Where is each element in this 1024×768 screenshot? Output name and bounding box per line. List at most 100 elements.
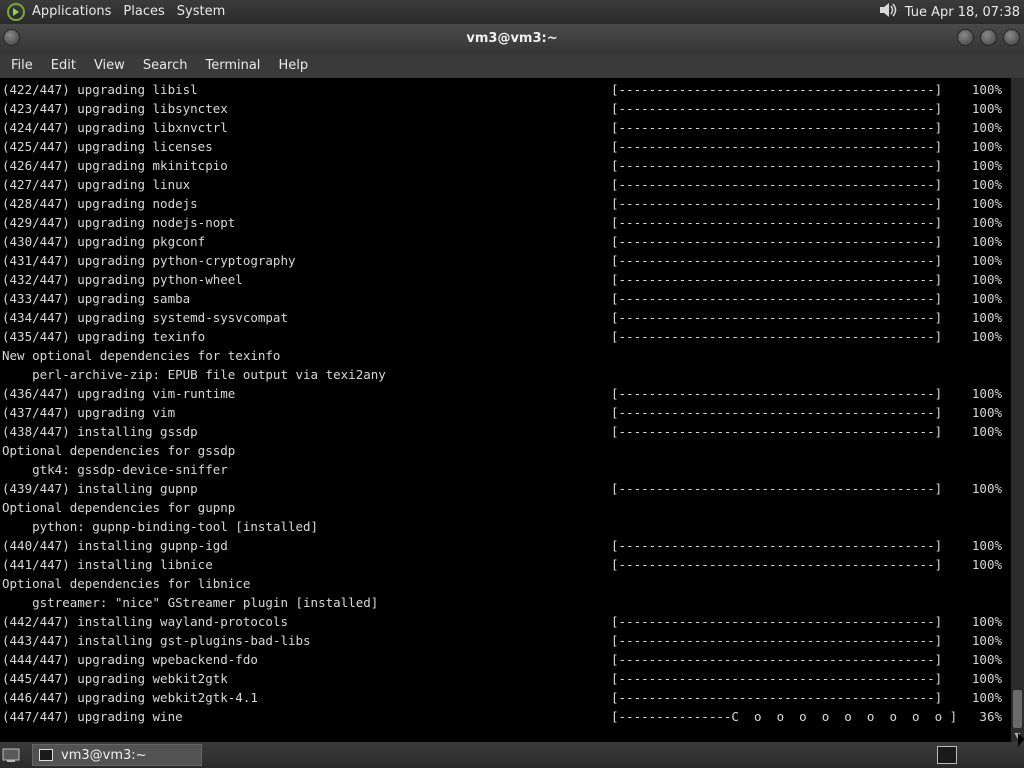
terminal-line: (445/447) upgrading webkit2gtk [2, 671, 228, 686]
terminal-line: Optional dependencies for gssdp [2, 443, 236, 458]
terminal-line: (430/447) upgrading pkgconf [2, 234, 206, 249]
progress-percent: 100% [971, 310, 1002, 325]
terminal-line: (437/447) upgrading vim [2, 405, 176, 420]
terminal-line: gstreamer: "nice" GStreamer plugin [inst… [2, 595, 379, 610]
progress-bar-text: [---------------------------------------… [611, 633, 943, 648]
show-desktop-icon[interactable] [2, 746, 20, 764]
terminal-line: (433/447) upgrading samba [2, 291, 191, 306]
progress-percent: 100% [971, 82, 1002, 97]
progress-percent: 100% [971, 405, 1002, 420]
maximize-button[interactable] [980, 29, 997, 46]
progress-bar-text: [---------------------------------------… [611, 538, 943, 553]
terminal-scrollbar[interactable]: ▼ [1011, 78, 1024, 742]
progress-percent: 100% [971, 614, 1002, 629]
terminal-line: (444/447) upgrading wpebackend-fdo [2, 652, 258, 667]
progress-bar-text: [---------------------------------------… [611, 652, 943, 667]
progress-percent: 100% [971, 177, 1002, 192]
terminal-line: Optional dependencies for libnice [2, 576, 251, 591]
places-menu[interactable]: Places [117, 0, 170, 24]
progress-percent: 100% [971, 253, 1002, 268]
terminal-line: (427/447) upgrading linux [2, 177, 191, 192]
progress-percent: 36% [979, 709, 1002, 724]
terminal-line: python: gupnp-binding-tool [installed] [2, 519, 319, 534]
terminal-output[interactable]: (422/447) upgrading libisl [-------------… [0, 78, 1011, 742]
terminal-line: (428/447) upgrading nodejs [2, 196, 198, 211]
progress-bar-text: [---------------------------------------… [611, 481, 943, 496]
progress-bar-text: [---------------------------------------… [611, 177, 943, 192]
progress-percent: 100% [971, 424, 1002, 439]
progress-bar-text: [---------------------------------------… [611, 196, 943, 211]
menu-help[interactable]: Help [269, 54, 317, 78]
progress-bar-text: [---------------------------------------… [611, 329, 943, 344]
progress-bar-text: [---------------------------------------… [611, 557, 943, 572]
terminal-line: (436/447) upgrading vim-runtime [2, 386, 236, 401]
progress-percent: 100% [971, 272, 1002, 287]
top-panel: Applications Places System Tue Apr 18, 0… [0, 0, 1024, 24]
applications-menu[interactable]: Applications [26, 0, 117, 24]
terminal-line: (429/447) upgrading nodejs-nopt [2, 215, 236, 230]
terminal-line: (425/447) upgrading licenses [2, 139, 213, 154]
progress-percent: 100% [971, 481, 1002, 496]
terminal-line: gtk4: gssdp-device-sniffer [2, 462, 228, 477]
volume-icon[interactable] [877, 0, 899, 24]
window-titlebar[interactable]: vm3@vm3:~ [0, 24, 1024, 54]
terminal-line: (446/447) upgrading webkit2gtk-4.1 [2, 690, 258, 705]
progress-bar-text: [---------------------------------------… [611, 253, 943, 268]
terminal-icon [39, 749, 53, 761]
workspace-switcher-icon[interactable] [937, 746, 957, 764]
progress-bar-text: [---------------------------------------… [611, 82, 943, 97]
taskbar-terminal-button[interactable]: vm3@vm3:~ [32, 744, 202, 766]
terminal-menubar: File Edit View Search Terminal Help [0, 54, 1024, 78]
close-button[interactable] [1003, 29, 1020, 46]
progress-bar-text: [---------------------------------------… [611, 272, 943, 287]
terminal-line: (438/447) installing gssdp [2, 424, 198, 439]
terminal-line: (424/447) upgrading libxnvctrl [2, 120, 228, 135]
progress-bar-text: [---------------------------------------… [611, 101, 943, 116]
menu-view[interactable]: View [85, 54, 134, 78]
menu-search[interactable]: Search [134, 54, 197, 78]
progress-percent: 100% [971, 538, 1002, 553]
bottom-panel: vm3@vm3:~ [0, 742, 1024, 768]
progress-percent: 100% [971, 291, 1002, 306]
terminal-line: (423/447) upgrading libsynctex [2, 101, 228, 116]
menu-edit[interactable]: Edit [42, 54, 85, 78]
terminal-line: (435/447) upgrading texinfo [2, 329, 206, 344]
progress-percent: 100% [971, 120, 1002, 135]
panel-clock[interactable]: Tue Apr 18, 07:38 [905, 5, 1020, 20]
system-menu[interactable]: System [171, 0, 231, 24]
terminal-line: (426/447) upgrading mkinitcpio [2, 158, 228, 173]
minimize-button[interactable] [957, 29, 974, 46]
progress-bar-text: [---------------------------------------… [611, 120, 943, 135]
menu-file[interactable]: File [2, 54, 42, 78]
progress-bar-text: [---------------------------------------… [611, 158, 943, 173]
progress-bar-text: [---------------------------------------… [611, 234, 943, 249]
scrollbar-thumb[interactable] [1013, 690, 1022, 728]
progress-percent: 100% [971, 557, 1002, 572]
progress-percent: 100% [971, 196, 1002, 211]
terminal-line: (442/447) installing wayland-protocols [2, 614, 288, 629]
mouse-pointer-icon [1018, 733, 1024, 747]
terminal-line: (432/447) upgrading python-wheel [2, 272, 243, 287]
progress-percent: 100% [971, 158, 1002, 173]
progress-bar-text: [---------------------------------------… [611, 291, 943, 306]
terminal-line: (441/447) installing libnice [2, 557, 213, 572]
menu-terminal[interactable]: Terminal [196, 54, 269, 78]
progress-percent: 100% [971, 690, 1002, 705]
progress-bar-text: [---------------C o o o o o o o o o ] [611, 709, 958, 724]
progress-bar-text: [---------------------------------------… [611, 424, 943, 439]
progress-percent: 100% [971, 633, 1002, 648]
progress-percent: 100% [971, 101, 1002, 116]
terminal-line: (422/447) upgrading libisl [2, 82, 198, 97]
progress-bar-text: [---------------------------------------… [611, 614, 943, 629]
terminal-line: (439/447) installing gupnp [2, 481, 198, 496]
progress-percent: 100% [971, 139, 1002, 154]
progress-percent: 100% [971, 234, 1002, 249]
applications-logo-icon[interactable] [6, 2, 26, 22]
terminal-line: (434/447) upgrading systemd-sysvcompat [2, 310, 288, 325]
progress-bar-text: [---------------------------------------… [611, 386, 943, 401]
progress-bar-text: [---------------------------------------… [611, 215, 943, 230]
progress-percent: 100% [971, 215, 1002, 230]
terminal-line: New optional dependencies for texinfo [2, 348, 281, 363]
taskbar-label: vm3@vm3:~ [61, 747, 147, 763]
progress-percent: 100% [971, 386, 1002, 401]
